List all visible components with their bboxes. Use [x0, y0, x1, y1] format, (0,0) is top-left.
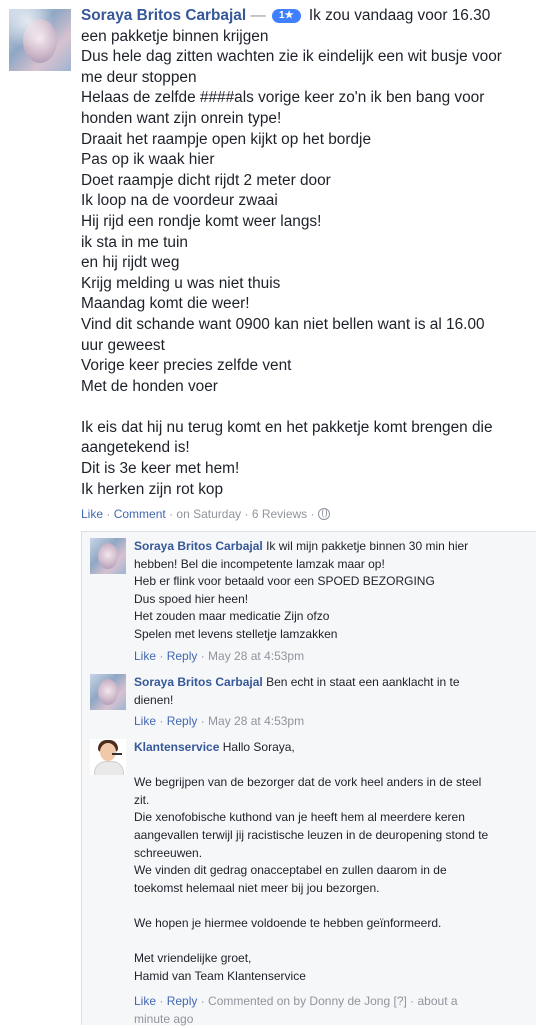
comment-text: Soraya Britos Carbajal Ben echt in staat…	[134, 674, 534, 709]
comment-text: Klantenservice Hallo Soraya, We begrijpe…	[134, 739, 534, 985]
avatar-head	[100, 743, 116, 761]
comment-like-link[interactable]: Like	[134, 649, 156, 663]
post-line: Draait het raampje open kijkt op het bor…	[81, 130, 372, 148]
comment-author-link[interactable]: Klantenservice	[134, 740, 219, 754]
post-timestamp[interactable]: on Saturday	[176, 507, 241, 521]
comment-actions: Like · Reply · May 28 at 4:53pm	[134, 649, 305, 663]
post-line: Dit is 3e keer met hem!	[81, 460, 240, 478]
post-line: Maandag komt die weer!	[81, 295, 250, 313]
post-line: een pakketje binnen krijgen	[81, 27, 269, 45]
comment-line: dienen!	[134, 692, 174, 707]
comments-section: Soraya Britos Carbajal Ik wil mijn pakke…	[81, 531, 536, 1028]
like-link[interactable]: Like	[81, 507, 103, 521]
post-line: uur geweest	[81, 336, 165, 354]
comment-text: Soraya Britos Carbajal Ik wil mijn pakke…	[134, 538, 534, 644]
post-line: en hij rijdt weg	[81, 254, 180, 272]
post-line: Dus hele dag zitten wachten zie ik einde…	[81, 48, 502, 66]
comment-author-link[interactable]: Soraya Britos Carbajal	[134, 675, 263, 689]
comment-blank-line	[134, 897, 534, 915]
comment-blank-line	[134, 757, 534, 775]
comment-link[interactable]: Comment	[114, 507, 166, 521]
comment-avatar[interactable]	[90, 538, 126, 574]
avatar-body	[94, 761, 124, 775]
post-line: Helaas de zelfde ####als vorige keer zo'…	[81, 89, 485, 107]
comment-line: Met vriendelijke groet,	[134, 951, 252, 966]
comment-author-link[interactable]: Soraya Britos Carbajal	[134, 539, 263, 553]
comment-blank-line	[134, 933, 534, 951]
comment-first-line: Ben echt in staat een aanklacht in te	[266, 675, 460, 689]
comment-like-link[interactable]: Like	[134, 994, 156, 1008]
reviews-count[interactable]: 6 Reviews	[252, 507, 307, 521]
comment-reply-link[interactable]: Reply	[167, 994, 198, 1008]
post-actions: Like · Comment · on Saturday · 6 Reviews…	[81, 507, 330, 521]
comment-line: Spelen met levens stelletje lamzakken	[134, 626, 338, 641]
comment-like-link[interactable]: Like	[134, 714, 156, 728]
post-line: Ik eis dat hij nu terug komt en het pakk…	[81, 418, 493, 436]
comment-meta-continued: minute ago	[134, 1011, 194, 1026]
comment-line: hebben! Bel die incompetente lamzak maar…	[134, 556, 385, 571]
separator: ·	[310, 507, 315, 521]
comment-line: Hamid van Team Klantenservice	[134, 968, 306, 983]
post-line: honden want zijn onrein type!	[81, 109, 282, 127]
avatar-highlight	[9, 9, 71, 71]
separator: ·	[106, 507, 111, 521]
post-line: Ik herken zijn rot kop	[81, 480, 224, 498]
post-header-line: Soraya Britos Carbajal — 1★ Ik zou vanda…	[81, 6, 531, 27]
comment-line: Het zouden maar medicatie Zijn ofzo	[134, 609, 330, 624]
comment-reply-link[interactable]: Reply	[167, 714, 198, 728]
post-line: Met de honden voer	[81, 377, 218, 395]
comment-line: schreeuwen.	[134, 845, 203, 860]
post-line: Hij rijd een rondje komt weer langs!	[81, 212, 322, 230]
post-body: Soraya Britos Carbajal — 1★ Ik zou vanda…	[81, 6, 531, 500]
post-line: aangetekend is!	[81, 439, 190, 457]
comment-timestamp[interactable]: May 28 at 4:53pm	[208, 649, 304, 663]
comment-first-line: Ik wil mijn pakketje binnen 30 min hier	[266, 539, 469, 553]
comment-line: Heb er flink voor betaald voor een SPOED…	[134, 574, 435, 589]
post-first-line: Ik zou vandaag voor 16.30	[308, 7, 491, 24]
post-line: ik sta in me tuin	[81, 233, 188, 251]
post-line: Vorige keer precies zelfde vent	[81, 357, 292, 375]
comment-line: aangevallen terwijl jij racistische leuz…	[134, 827, 489, 842]
headset-icon	[112, 753, 122, 755]
comment-avatar[interactable]	[90, 674, 126, 710]
comment-line: Dus spoed hier heen!	[134, 591, 249, 606]
post-line: Krijg melding u was niet thuis	[81, 274, 281, 292]
comment-first-line: Hallo Soraya,	[222, 740, 295, 754]
post-line: Pas op ik waak hier	[81, 151, 215, 169]
klantenservice-avatar[interactable]	[90, 739, 126, 775]
comment-reply-link[interactable]: Reply	[167, 649, 198, 663]
separator: ·	[244, 507, 249, 521]
rating-badge: 1★	[272, 9, 301, 23]
post-author-link[interactable]: Soraya Britos Carbajal	[81, 7, 246, 24]
comment-actions: Like · Reply · May 28 at 4:53pm	[134, 714, 305, 728]
comment-line: We hopen je hiermee voldoende te hebben …	[134, 915, 442, 930]
post-line: Doet raampje dicht rijdt 2 meter door	[81, 171, 331, 189]
comment-line: toekomst helemaal niet meer bij jou bezo…	[134, 880, 380, 895]
globe-icon[interactable]	[317, 508, 330, 520]
comment-actions: Like · Reply · Commented on by Donny de …	[134, 993, 458, 1028]
post-line: Ik loop na de voordeur zwaai	[81, 192, 278, 210]
comment-line: We begrijpen van de bezorger dat de vork…	[134, 775, 482, 790]
comment-line: zit.	[134, 792, 150, 807]
comment-line: We vinden dit gedrag onacceptabel en zul…	[134, 863, 447, 878]
post-line: Vind dit schande want 0900 kan niet bell…	[81, 315, 485, 333]
comment-line: Die xenofobische kuthond van je heeft he…	[134, 810, 465, 825]
comment-timestamp[interactable]: May 28 at 4:53pm	[208, 714, 304, 728]
header-dash: —	[250, 7, 266, 24]
separator: ·	[169, 507, 174, 521]
author-avatar[interactable]	[9, 9, 71, 71]
comment-meta[interactable]: Commented on by Donny de Jong [?] · abou…	[208, 994, 458, 1008]
post-line: me deur stoppen	[81, 68, 197, 86]
